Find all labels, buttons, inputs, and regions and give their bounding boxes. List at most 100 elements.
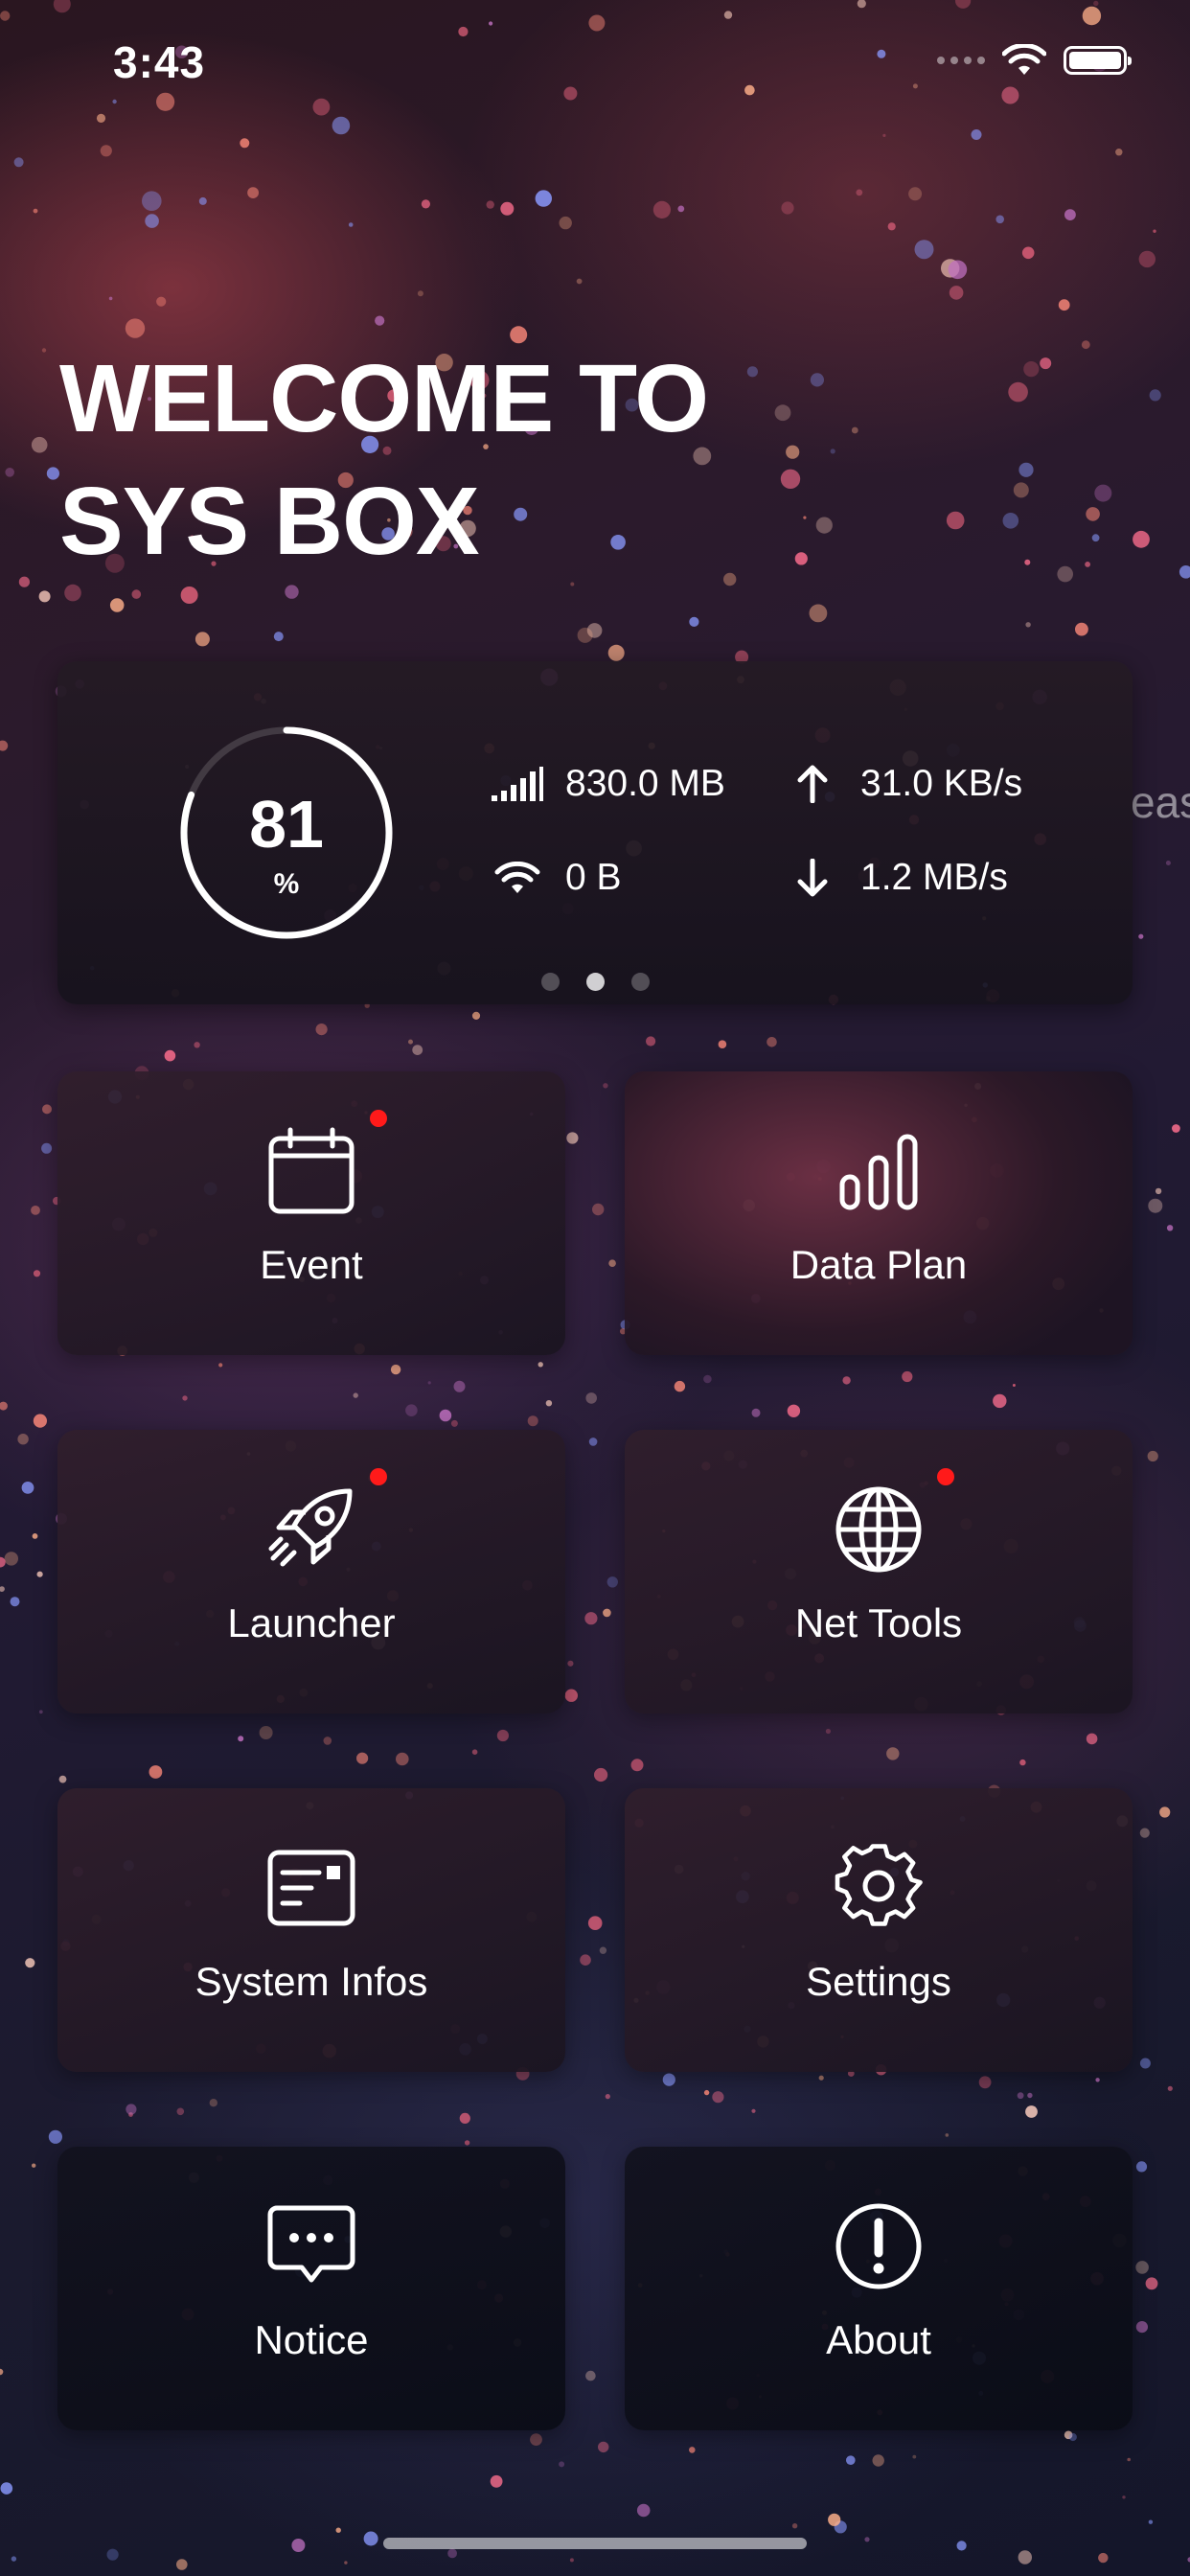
sparkle [0, 1556, 6, 1568]
sparkle [1127, 2457, 1131, 2462]
sparkle [594, 1767, 608, 1782]
sparkle [712, 2091, 724, 2104]
welcome-title-line-1: WELCOME TO [59, 345, 709, 452]
arrow-up-icon [797, 765, 828, 803]
sparkle [815, 517, 833, 534]
sparkle [5, 468, 14, 477]
wifi-data-value: 0 B [565, 857, 622, 898]
sparkle [538, 1362, 543, 1368]
sparkle [864, 2537, 870, 2542]
sparkle [1145, 2277, 1158, 2290]
sparkle [774, 404, 791, 422]
sparkle [1013, 482, 1029, 498]
sparkle [0, 740, 9, 751]
tile-label: Data Plan [790, 1242, 968, 1287]
battery-percent-unit: % [273, 868, 300, 900]
sparkle [1058, 299, 1070, 311]
sparkle [585, 2370, 596, 2381]
sparkle [767, 1037, 777, 1047]
tile-event[interactable]: Event [57, 1071, 565, 1355]
sparkle [1148, 2519, 1154, 2524]
info-card-icon [267, 1850, 355, 1926]
tile-net-tools[interactable]: Net Tools [625, 1430, 1133, 1714]
download-speed-stat: 1.2 MB/s [786, 857, 1008, 899]
tile-notice[interactable]: Notice [57, 2147, 565, 2430]
sparkle [588, 1438, 598, 1446]
sparkle [587, 1916, 603, 1930]
sparkle [126, 2104, 137, 2115]
sparkle [830, 448, 835, 454]
sparkle [180, 586, 198, 604]
battery-gauge: 81 % [178, 724, 395, 941]
sparkle [605, 2094, 610, 2100]
cellular-data-value: 830.0 MB [565, 763, 725, 804]
sparkle [949, 286, 964, 300]
sparkle [209, 2099, 217, 2107]
sparkle [689, 2447, 696, 2453]
sparkle [450, 1419, 458, 1427]
page-indicator[interactable] [57, 973, 1133, 991]
sparkle [580, 1954, 591, 1966]
tile-about[interactable]: About [625, 2147, 1133, 2430]
sparkle [1002, 513, 1019, 529]
sparkle [577, 627, 593, 643]
sparkle [1166, 1225, 1174, 1231]
tile-settings[interactable]: Settings [625, 1788, 1133, 2072]
sparkle [182, 1395, 188, 1401]
sparkle [18, 576, 30, 587]
sparkle [794, 552, 808, 565]
sparkle [856, 189, 863, 196]
rocket-icon [268, 1488, 353, 1567]
sparkle [421, 199, 430, 209]
tile-data-plan[interactable]: Data Plan [625, 1071, 1133, 1355]
sparkle [810, 373, 825, 387]
next-page-peek-text: eas [1131, 777, 1190, 827]
sparkle [1139, 2058, 1151, 2069]
tile-system-infos[interactable]: System Infos [57, 1788, 565, 2072]
sparkle [780, 469, 801, 489]
tile-label: Launcher [227, 1600, 396, 1645]
page-dot[interactable] [585, 973, 605, 991]
sparkle [0, 2368, 4, 2376]
sparkle [131, 589, 142, 599]
tile-label: About [826, 2317, 931, 2362]
sparkle [315, 1024, 328, 1036]
sparkle [353, 1392, 358, 1398]
sparkle [1018, 462, 1034, 477]
sparkle [956, 2541, 967, 2551]
upload-speed-value: 31.0 KB/s [860, 763, 1023, 804]
sparkle [603, 1083, 608, 1089]
sparkle [1133, 530, 1150, 548]
sparkle [803, 516, 807, 519]
sparkle [490, 2474, 503, 2488]
sparkle [356, 1752, 369, 1764]
chat-bubble-icon [267, 2205, 355, 2283]
sparkle [48, 2129, 62, 2144]
sparkle [464, 2140, 470, 2146]
page-dot[interactable] [540, 973, 560, 991]
cellular-signal-icon [937, 57, 985, 64]
sparkle [1147, 1450, 1158, 1462]
sparkle [13, 157, 24, 168]
sparkle [570, 582, 575, 586]
tile-label: System Infos [195, 1959, 428, 2004]
sparkle [486, 200, 494, 209]
sparkle [948, 260, 968, 280]
calendar-icon [268, 1127, 355, 1214]
sparkle [396, 1752, 409, 1766]
sparkle [128, 2112, 133, 2117]
home-indicator[interactable] [383, 2538, 807, 2549]
tile-launcher[interactable]: Launcher [57, 1430, 565, 1714]
sparkle [17, 1434, 29, 1445]
battery-icon [1064, 46, 1132, 75]
sparkle [1064, 209, 1076, 221]
page-dot[interactable] [630, 973, 650, 991]
sparkle [1153, 229, 1156, 233]
sparkle [164, 1049, 176, 1062]
sparkle [662, 2073, 675, 2086]
sparkle [145, 214, 159, 228]
stats-card[interactable]: 81 % 830.0 MB 0 B 31.0 KB/s 1.2 MB/s [57, 661, 1133, 1004]
sparkle [603, 1608, 611, 1618]
sparkle [408, 1039, 413, 1045]
sparkle [569, 2558, 574, 2563]
